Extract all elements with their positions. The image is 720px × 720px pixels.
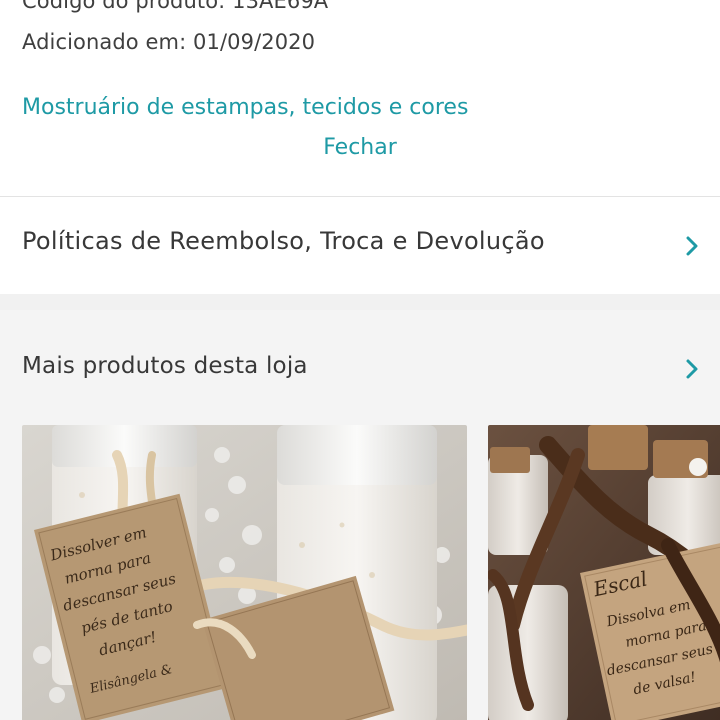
product-details-card: Código do produto: 13AE69A Adicionado em… xyxy=(0,0,720,196)
chevron-right-icon xyxy=(681,358,703,380)
more-products-header[interactable]: Mais produtos desta loja xyxy=(0,310,720,425)
product-image: Escal Dissolva em morna para descansar s… xyxy=(488,425,720,720)
more-products-label: Mais produtos desta loja xyxy=(22,353,308,379)
product-card[interactable]: Escal Dissolva em morna para descansar s… xyxy=(488,425,720,720)
chevron-right-icon xyxy=(681,235,703,257)
product-image: Dissolver em morna para descansar seus p… xyxy=(22,425,467,720)
close-link[interactable]: Fechar xyxy=(0,135,720,160)
product-code: Código do produto: 13AE69A xyxy=(22,0,329,13)
policies-row[interactable]: Políticas de Reembolso, Troca e Devoluçã… xyxy=(0,197,720,294)
showcase-link[interactable]: Mostruário de estampas, tecidos e cores xyxy=(22,95,468,120)
section-gap xyxy=(0,294,720,310)
product-added-date: Adicionado em: 01/09/2020 xyxy=(22,30,316,54)
policies-label: Políticas de Reembolso, Troca e Devoluçã… xyxy=(22,227,545,255)
more-products-section: Mais produtos desta loja Dissolver em mo… xyxy=(0,310,720,720)
product-card[interactable]: Dissolver em morna para descansar seus p… xyxy=(22,425,467,720)
